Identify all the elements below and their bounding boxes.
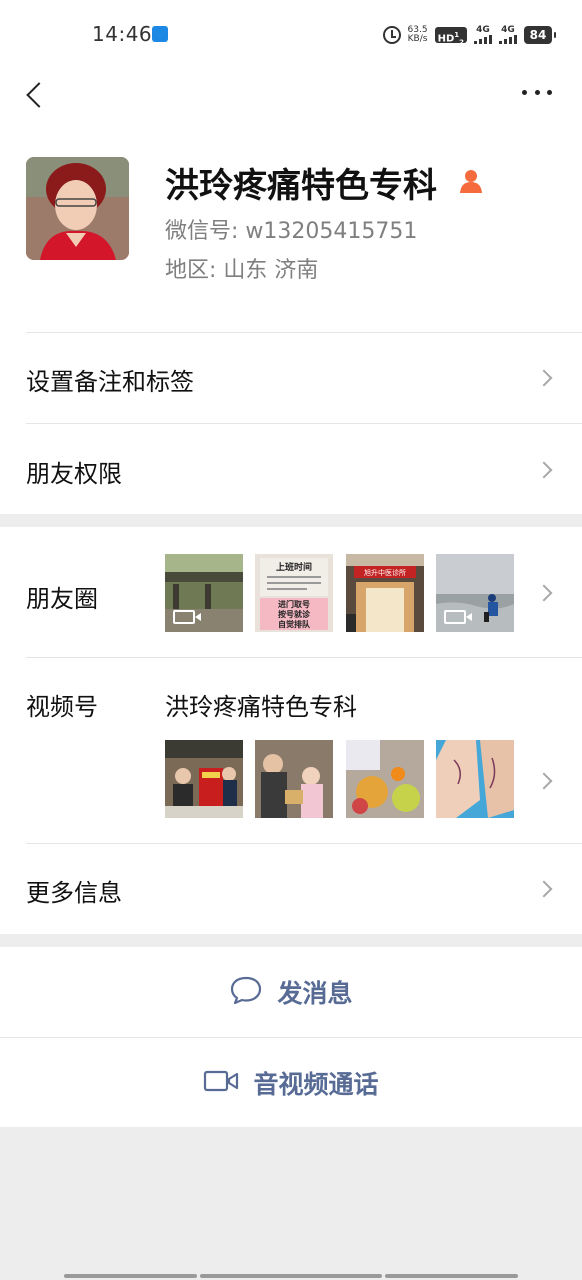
- signal-2-icon: 4G: [499, 26, 517, 44]
- chevron-right-icon: [535, 369, 553, 387]
- channels-label: 视频号: [26, 693, 98, 721]
- channels-thumb-1[interactable]: [165, 740, 243, 818]
- alarm-icon: [382, 26, 401, 44]
- chevron-right-icon: [535, 772, 553, 790]
- more-options-button[interactable]: [522, 82, 552, 102]
- moments-label: 朋友圈: [26, 585, 98, 613]
- status-icons: 63.5 KB/s HD12 4G 4G 84: [382, 24, 556, 46]
- channels-thumb-4[interactable]: [436, 740, 514, 818]
- video-call-label: 音视频通话: [253, 1070, 379, 1099]
- clinic-sign-text: 旭升中医诊所: [364, 568, 406, 577]
- network-speed: 63.5 KB/s: [408, 26, 428, 44]
- action-card: 发消息 音视频通话: [0, 947, 582, 1127]
- chevron-right-icon: [535, 880, 553, 898]
- permissions-row[interactable]: 朋友权限: [0, 423, 582, 514]
- moments-row[interactable]: 朋友圈 上班时间 进门取号 按号就诊 自觉排队 旭升中医诊所: [0, 527, 582, 657]
- moments-thumb-1[interactable]: [165, 554, 243, 632]
- channels-row[interactable]: 视频号 洪玲疼痛特色专科: [0, 657, 582, 843]
- status-time: 14:46: [92, 22, 153, 46]
- chevron-right-icon: [535, 584, 553, 602]
- app-notification-icon: [152, 26, 168, 42]
- avatar[interactable]: [26, 157, 129, 260]
- send-message-label: 发消息: [277, 979, 353, 1008]
- moments-thumb-3[interactable]: 旭升中医诊所: [346, 554, 424, 632]
- thumb-text-1: 上班时间: [276, 561, 312, 573]
- chevron-right-icon: [535, 461, 553, 479]
- status-bar: 14:46 63.5 KB/s HD12 4G 4G 84: [0, 0, 582, 72]
- moments-thumb-4[interactable]: [436, 554, 514, 632]
- nav-bar-segment: [64, 1274, 197, 1278]
- video-camera-icon: [203, 1069, 239, 1097]
- remark-tags-label: 设置备注和标签: [26, 368, 194, 396]
- back-button[interactable]: [20, 80, 50, 110]
- remark-tags-row[interactable]: 设置备注和标签: [0, 332, 582, 423]
- nav-bar-segment: [200, 1274, 382, 1278]
- profile-card: 洪玲疼痛特色专科 微信号: w13205415751 地区: 山东 济南 设置备…: [0, 72, 582, 514]
- signal-1-icon: 4G: [474, 26, 492, 44]
- region: 地区: 山东 济南: [165, 258, 319, 283]
- channels-account-name: 洪玲疼痛特色专科: [165, 693, 357, 721]
- battery-icon: 84: [524, 26, 556, 44]
- video-icon: [173, 610, 201, 624]
- hd-voice-icon: HD12: [434, 27, 467, 46]
- nav-bar-segment: [385, 1274, 518, 1278]
- profile-name: 洪玲疼痛特色专科: [165, 166, 437, 206]
- wechat-id: 微信号: w13205415751: [165, 219, 418, 244]
- channels-thumb-3[interactable]: [346, 740, 424, 818]
- thumb-text-3: 按号就诊: [278, 609, 311, 619]
- person-icon: [458, 168, 484, 194]
- video-call-button[interactable]: 音视频通话: [0, 1038, 582, 1128]
- channels-thumb-2[interactable]: [255, 740, 333, 818]
- more-info-row[interactable]: 更多信息: [0, 843, 582, 934]
- video-icon: [444, 610, 472, 624]
- chat-bubble-icon: [229, 975, 263, 1009]
- permissions-label: 朋友权限: [26, 460, 122, 488]
- thumb-text-4: 自觉排队: [278, 619, 311, 629]
- send-message-button[interactable]: 发消息: [0, 947, 582, 1037]
- thumb-text-2: 进门取号: [278, 599, 310, 609]
- more-info-label: 更多信息: [26, 879, 122, 907]
- network-speed-unit: KB/s: [407, 34, 428, 44]
- moments-thumb-2[interactable]: 上班时间 进门取号 按号就诊 自觉排队: [255, 554, 333, 632]
- info-card: 朋友圈 上班时间 进门取号 按号就诊 自觉排队 旭升中医诊所 视频号 洪玲疼痛特…: [0, 527, 582, 934]
